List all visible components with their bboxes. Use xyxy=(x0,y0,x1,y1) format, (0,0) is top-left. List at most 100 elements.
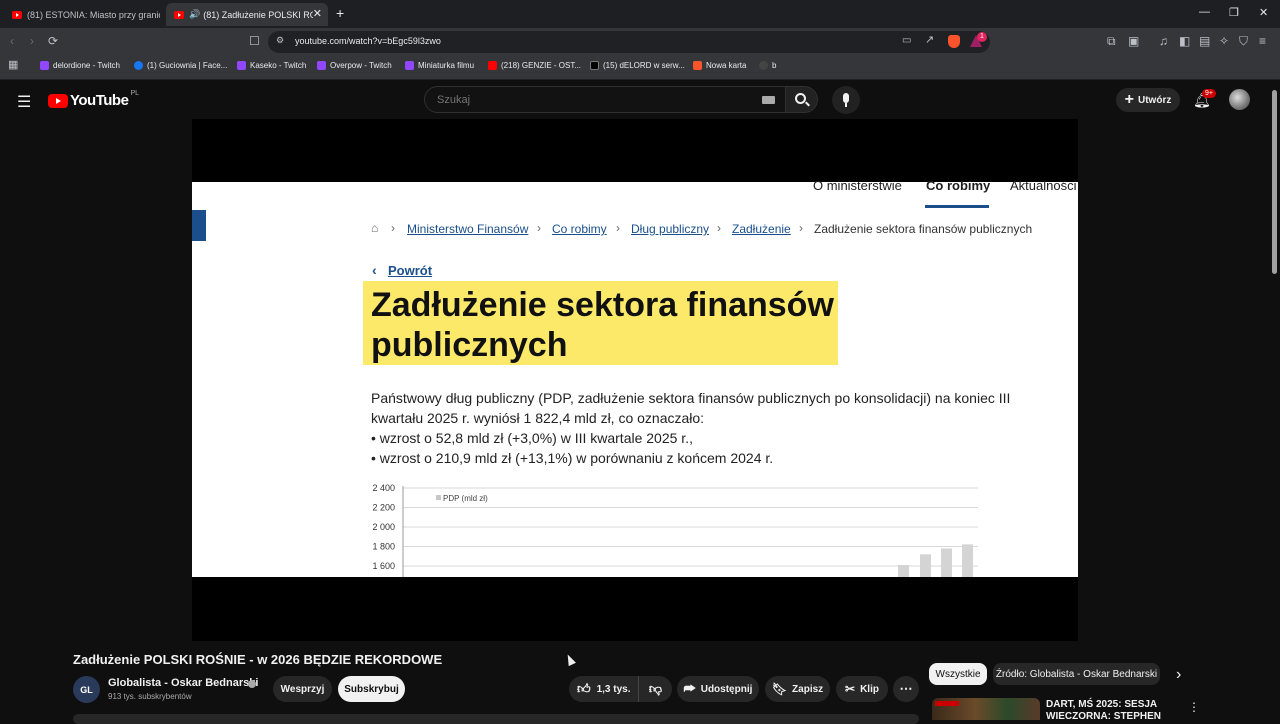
chart-y-tick-label: 2 400 xyxy=(372,483,395,493)
youtube-play-logo-icon xyxy=(48,93,68,108)
keyboard-icon[interactable] xyxy=(762,96,775,104)
like-button[interactable]: 👍︎ 1,3 tys. xyxy=(569,676,638,702)
chart-bar xyxy=(920,554,931,577)
chart-bar xyxy=(962,544,973,577)
search-button[interactable] xyxy=(786,86,818,113)
wallet-icon[interactable]: ▤ xyxy=(1199,35,1210,47)
new-tab-button[interactable]: + xyxy=(336,5,344,21)
video-frame-webpage: 2 400 2 200 2 000 1 800 1 600 PDP (mld zł) xyxy=(192,182,1078,577)
media-icon[interactable]: ♫ xyxy=(1159,35,1168,47)
paragraph-line-1: Państwowy dług publiczny (PDP, zadłużeni… xyxy=(371,390,1011,406)
microphone-icon xyxy=(843,93,849,103)
youtube-favicon-icon xyxy=(12,10,22,19)
reload-icon[interactable]: ⟳ xyxy=(48,35,58,47)
screenshot-icon[interactable]: ▣ xyxy=(1128,35,1139,47)
tab-title: (81) ESTONIA: Miasto przy granicy z ... xyxy=(27,9,160,20)
subscribe-button[interactable]: Subskrybuj xyxy=(338,676,405,702)
forward-icon[interactable]: › xyxy=(30,35,34,47)
vpn-icon[interactable]: ⛉ xyxy=(1239,35,1248,47)
bookmark-page-icon[interactable]: ☐ xyxy=(249,35,260,47)
bookmark-kaseko[interactable]: Kaseko - Twitch xyxy=(237,61,306,70)
brave-shield-icon[interactable] xyxy=(948,35,960,48)
dislike-button[interactable]: 👎︎ xyxy=(638,676,672,702)
sidebar-icon[interactable]: ◧ xyxy=(1179,35,1190,47)
cast-icon[interactable]: ▭ xyxy=(902,36,911,46)
clip-button[interactable]: ✂ Klip xyxy=(836,676,888,702)
bookmark-delord-x[interactable]: (15) dELORD w serw... xyxy=(590,61,685,70)
channel-name[interactable]: Globalista - Oskar Bednarski xyxy=(108,677,258,689)
twitch-icon xyxy=(237,61,246,70)
notification-badge: 9+ xyxy=(1202,89,1216,98)
bookmark-nowa-karta[interactable]: Nowa karta xyxy=(693,61,746,70)
youtube-logo-text: YouTube xyxy=(70,92,129,109)
chart-y-tick-label: 2 000 xyxy=(372,522,395,532)
bookmark-genzie[interactable]: (218) GENZIE - OST... xyxy=(488,61,581,70)
close-tab-icon[interactable]: ✕ xyxy=(313,7,322,20)
breadcrumb-separator-icon: › xyxy=(537,221,541,235)
chip-source-channel[interactable]: Źródło: Globalista - Oskar Bednarski xyxy=(993,663,1160,685)
chart-legend-label: PDP (mld zł) xyxy=(443,494,488,503)
paragraph-line-3: • wzrost o 52,8 mld zł (+3,0%) w III kwa… xyxy=(371,430,693,446)
maximize-button[interactable]: ❐ xyxy=(1229,6,1239,19)
site-nav-ministry: O ministerstwie xyxy=(813,178,902,193)
site-info-icon[interactable]: ⚙ xyxy=(276,36,284,45)
twitch-icon xyxy=(40,61,49,70)
back-icon[interactable]: ‹ xyxy=(10,35,14,47)
breadcrumb-separator-icon: › xyxy=(616,221,620,235)
browser-tab-bar: (81) ESTONIA: Miasto przy granicy z ... … xyxy=(0,0,1280,28)
extensions-icon[interactable]: ⧉ xyxy=(1107,35,1116,47)
sidebar-video-thumbnail[interactable] xyxy=(932,698,1040,720)
search-bar[interactable] xyxy=(424,86,786,113)
sidebar-video-more-icon[interactable]: ⋮ xyxy=(1188,700,1200,714)
chip-all[interactable]: Wszystkie xyxy=(929,663,987,685)
avatar[interactable] xyxy=(1229,89,1250,110)
hamburger-menu-icon[interactable]: ☰ xyxy=(17,92,31,112)
more-actions-button[interactable]: ⋯ xyxy=(893,676,919,702)
share-page-icon[interactable]: ↗ xyxy=(925,35,934,46)
bookmark-miniaturka[interactable]: Miniaturka filmu xyxy=(405,61,474,70)
save-icon: 🔖︎ xyxy=(771,682,788,696)
verified-icon xyxy=(248,680,256,688)
tab-current-video[interactable]: 🔊 (81) Zadłużenie POLSKI ROŚN... ✕ xyxy=(166,3,328,26)
channel-avatar[interactable]: GL xyxy=(73,676,100,703)
youtube-favicon-icon xyxy=(174,10,184,19)
twitch-icon xyxy=(405,61,414,70)
tab-estonia[interactable]: (81) ESTONIA: Miasto przy granicy z ... xyxy=(4,3,160,26)
breadcrumb-separator-icon: › xyxy=(391,221,395,235)
back-chevron-icon: ‹ xyxy=(372,262,377,278)
bookmark-delordione[interactable]: delordione - Twitch xyxy=(40,61,120,70)
create-button[interactable]: + Utwórz xyxy=(1116,88,1180,112)
chart-legend-swatch xyxy=(436,495,441,500)
breadcrumb-separator-icon: › xyxy=(799,221,803,235)
minimize-button[interactable]: — xyxy=(1199,6,1210,18)
plus-icon: + xyxy=(1124,91,1134,108)
bookmark-guciownia[interactable]: (1) Guciownia | Face... xyxy=(134,61,227,70)
url-text[interactable]: youtube.com/watch?v=bEgc59l3zwo xyxy=(295,36,441,46)
youtube-logo[interactable]: YouTube PL xyxy=(48,90,139,109)
tab-title: (81) Zadłużenie POLSKI ROŚN... xyxy=(203,9,313,20)
site-nav-active-underline xyxy=(925,205,989,208)
bookmark-b[interactable]: b xyxy=(759,61,776,70)
close-window-button[interactable]: ✕ xyxy=(1259,6,1268,19)
apps-grid-icon[interactable]: ▦ xyxy=(8,60,18,71)
leo-ai-icon[interactable]: ✧ xyxy=(1219,35,1229,47)
thumbs-down-icon: 👎︎ xyxy=(648,681,663,696)
voice-search-button[interactable] xyxy=(832,86,860,114)
share-button[interactable]: ⮫ Udostępnij xyxy=(677,676,759,702)
bookmark-overpow[interactable]: Overpow - Twitch xyxy=(317,61,392,70)
speaker-icon: 🔊 xyxy=(189,9,201,19)
bookmark-b-icon xyxy=(759,61,768,70)
description-box[interactable] xyxy=(73,714,919,724)
chips-next-icon[interactable]: › xyxy=(1176,666,1181,684)
search-input[interactable] xyxy=(437,92,737,108)
menu-icon[interactable]: ≡ xyxy=(1259,35,1266,47)
support-button[interactable]: Wesprzyj xyxy=(273,676,332,702)
breadcrumb-ministry: Ministerstwo Finansów xyxy=(407,222,529,236)
save-button[interactable]: 🔖︎ Zapisz xyxy=(765,676,830,702)
microphone-stand-icon xyxy=(845,103,847,107)
sidebar-video-title[interactable]: DART, MŚ 2025: SESJA WIECZORNA: STEPHEN xyxy=(1046,699,1161,723)
site-nav-news: Aktualności xyxy=(1010,178,1077,193)
page-scrollbar-thumb[interactable] xyxy=(1272,90,1277,274)
search-icon-handle xyxy=(805,101,810,107)
breadcrumb-separator-icon: › xyxy=(717,221,721,235)
